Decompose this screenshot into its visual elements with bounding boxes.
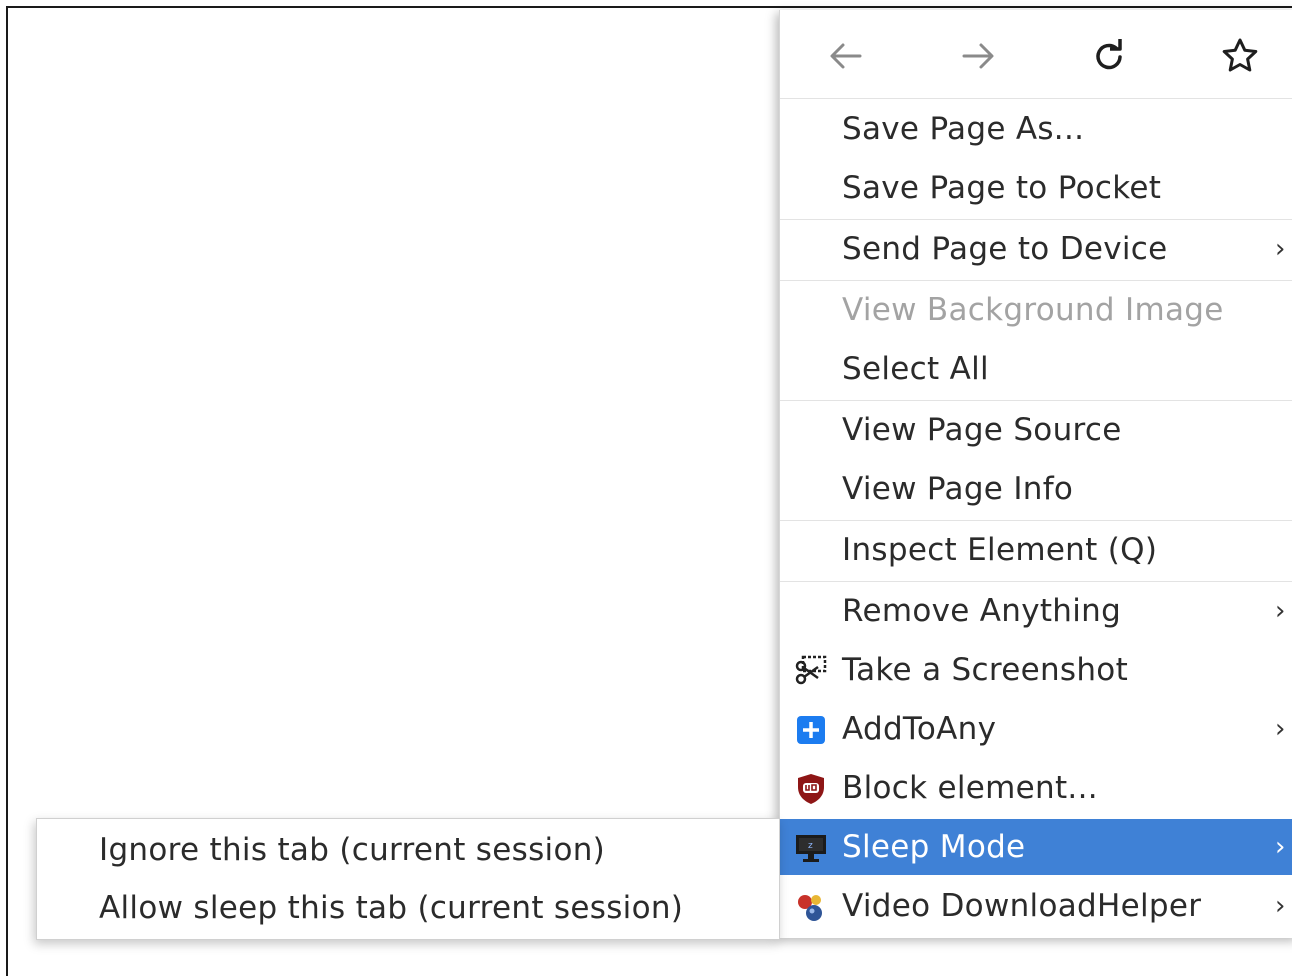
navigation-row xyxy=(780,10,1292,98)
view-page-info-item[interactable]: View Page Info xyxy=(780,461,1292,517)
addtoany-plus-icon xyxy=(797,716,825,744)
inspect-element-label: Inspect Element (Q) xyxy=(842,532,1158,568)
sleep-mode-submenu: Ignore this tab (current session) Allow … xyxy=(36,818,780,940)
arrow-right-icon xyxy=(962,43,994,69)
context-menu: Save Page As... Save Page to Pocket Send… xyxy=(779,10,1292,938)
allow-sleep-item[interactable]: Allow sleep this tab (current session) xyxy=(37,879,779,937)
select-all-label: Select All xyxy=(842,351,989,387)
video-downloadhelper-label: Video DownloadHelper xyxy=(842,888,1202,924)
reload-icon xyxy=(1096,39,1122,70)
menu-separator xyxy=(780,581,1292,582)
save-to-pocket-item[interactable]: Save Page to Pocket xyxy=(780,160,1292,216)
video-downloadhelper-item[interactable]: Video DownloadHelper › xyxy=(780,878,1292,934)
chevron-right-icon: › xyxy=(1275,891,1286,921)
ignore-tab-item[interactable]: Ignore this tab (current session) xyxy=(37,821,779,879)
video-downloadhelper-icon xyxy=(798,895,822,921)
take-screenshot-label: Take a Screenshot xyxy=(842,652,1129,688)
view-page-source-item[interactable]: View Page Source xyxy=(780,402,1292,458)
select-all-item[interactable]: Select All xyxy=(780,341,1292,397)
bookmark-button[interactable] xyxy=(1214,30,1266,82)
view-background-image-item[interactable]: View Background Image xyxy=(780,282,1292,338)
sleep-mode-item[interactable]: z Sleep Mode › xyxy=(780,819,1292,875)
arrow-left-icon xyxy=(830,43,862,69)
chevron-right-icon: › xyxy=(1275,234,1286,264)
take-screenshot-item[interactable]: Take a Screenshot xyxy=(780,642,1292,698)
menu-separator xyxy=(780,219,1292,220)
remove-anything-label: Remove Anything xyxy=(842,593,1122,629)
monitor-sleep-icon: z xyxy=(796,835,826,862)
ignore-tab-label: Ignore this tab (current session) xyxy=(99,832,606,868)
menu-separator xyxy=(780,520,1292,521)
inspect-element-item[interactable]: Inspect Element (Q) xyxy=(780,522,1292,578)
save-to-pocket-label: Save Page to Pocket xyxy=(842,170,1162,206)
addtoany-item[interactable]: AddToAny › xyxy=(780,701,1292,757)
chevron-right-icon: › xyxy=(1275,596,1286,626)
view-page-source-label: View Page Source xyxy=(842,412,1122,448)
send-to-device-item[interactable]: Send Page to Device › xyxy=(780,221,1292,277)
chevron-right-icon: › xyxy=(1275,714,1286,744)
forward-button[interactable] xyxy=(952,30,1004,82)
menu-separator xyxy=(780,98,1292,99)
scissors-screenshot-icon xyxy=(795,655,827,685)
svg-text:z: z xyxy=(808,841,813,851)
star-icon xyxy=(1222,38,1258,72)
save-page-as-label: Save Page As... xyxy=(842,111,1085,147)
allow-sleep-label: Allow sleep this tab (current session) xyxy=(99,890,684,926)
view-background-image-label: View Background Image xyxy=(842,292,1224,328)
send-to-device-label: Send Page to Device xyxy=(842,231,1168,267)
remove-anything-item[interactable]: Remove Anything › xyxy=(780,583,1292,639)
menu-separator xyxy=(780,280,1292,281)
chevron-right-icon: › xyxy=(1275,832,1286,862)
back-button[interactable] xyxy=(820,30,872,82)
reload-button[interactable] xyxy=(1083,30,1135,82)
addtoany-label: AddToAny xyxy=(842,711,997,747)
block-element-item[interactable]: Block element... xyxy=(780,760,1292,816)
block-element-label: Block element... xyxy=(842,770,1098,806)
menu-separator xyxy=(780,400,1292,401)
sleep-mode-label: Sleep Mode xyxy=(842,829,1026,865)
ublock-shield-icon xyxy=(798,774,824,804)
save-page-as-item[interactable]: Save Page As... xyxy=(780,101,1292,157)
view-page-info-label: View Page Info xyxy=(842,471,1074,507)
